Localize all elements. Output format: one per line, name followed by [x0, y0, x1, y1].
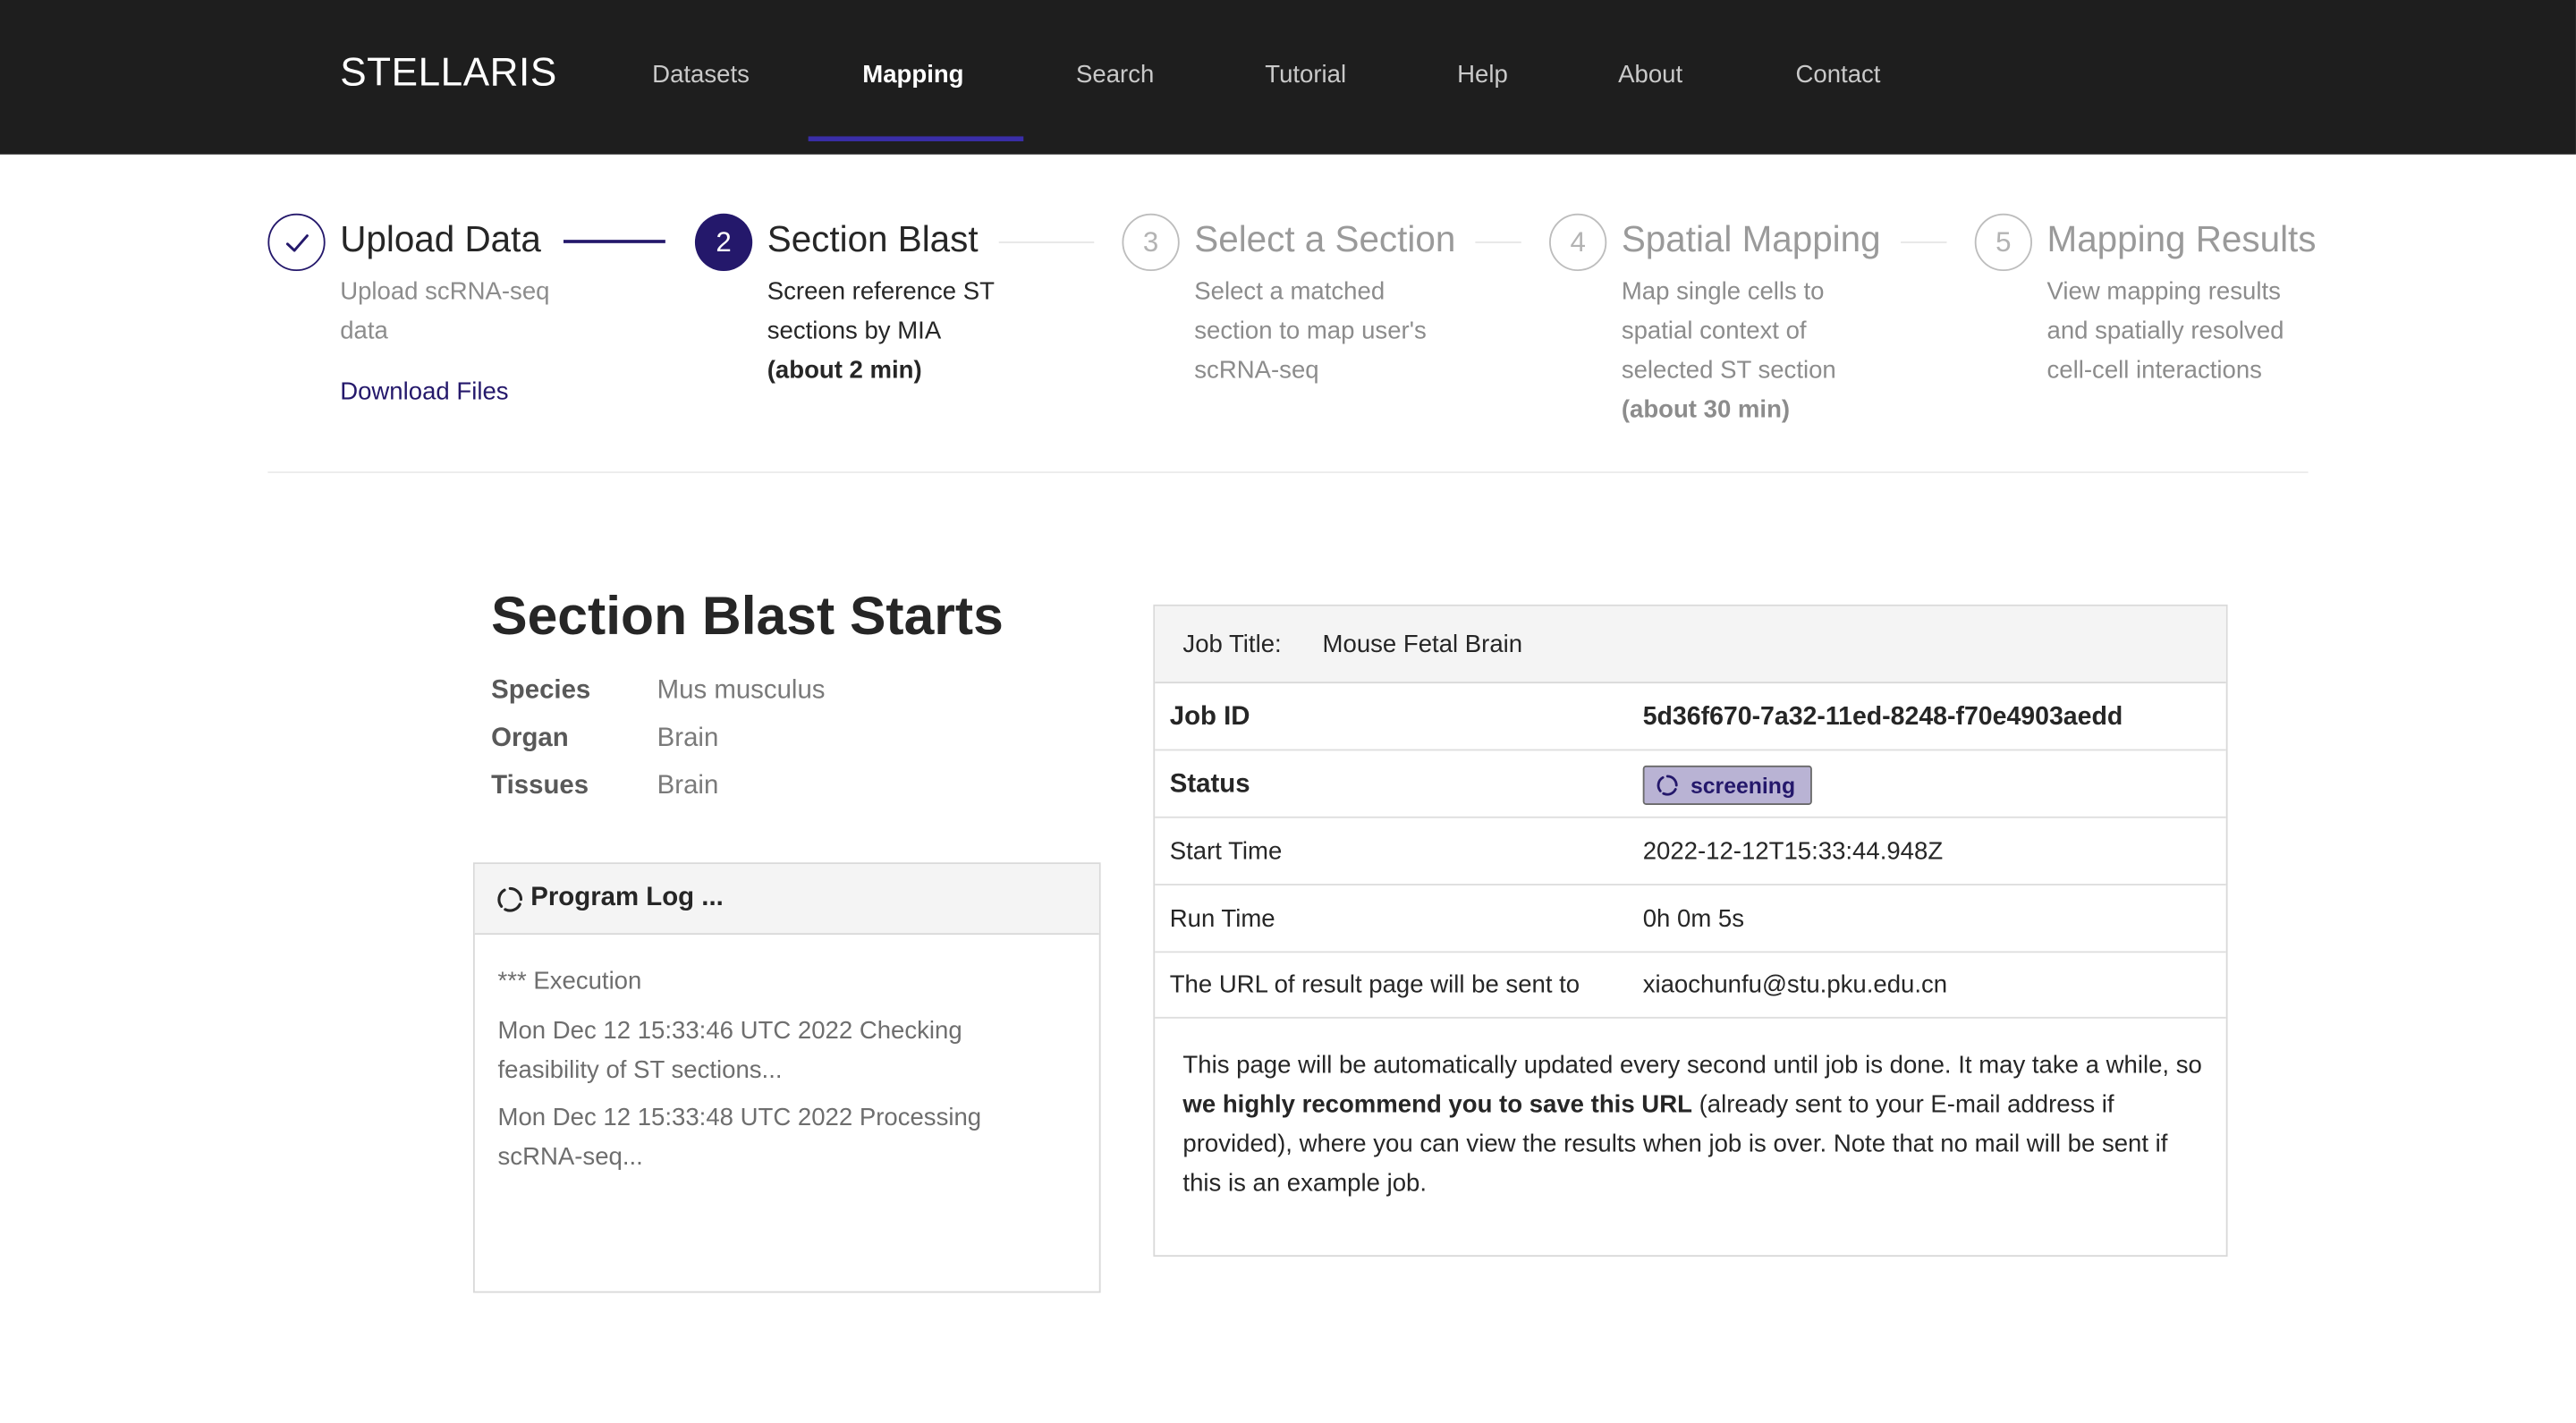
step-5-description: View mapping results and spatially resolv…	[2046, 277, 2284, 385]
step-2-description: Screen reference ST sections by MIA (about…	[767, 277, 995, 385]
email-label: The URL of result page will be sent to	[1169, 970, 1580, 999]
log-line: Mon Dec 12 15:33:46 UTC 2022 Checking fea…	[497, 1016, 962, 1085]
job-notice-text: This page will be automatically updated …	[1182, 1051, 2202, 1198]
active-nav-indicator	[808, 136, 1024, 141]
step-2-number: 2	[694, 213, 753, 272]
start-time-label: Start Time	[1169, 837, 1283, 866]
email-value: xiaochunfu@stu.pku.edu.cn	[1642, 970, 1948, 999]
status-label: Status	[1169, 770, 1250, 799]
run-time-value: 0h 0m 5s	[1642, 905, 1745, 934]
step-5-title[interactable]: Mapping Results	[2047, 218, 2317, 261]
step-4-description: Map single cells to spatial context of sel…	[1621, 277, 1836, 424]
step-3-number: 3	[1122, 213, 1180, 272]
step-1-check-icon	[267, 213, 326, 272]
loading-spinner-icon	[1657, 775, 1678, 796]
nav-search[interactable]: Search	[1076, 0, 1154, 155]
status-badge: screening	[1642, 765, 1812, 805]
organ-label: Organ	[491, 724, 569, 753]
step-connector-1	[563, 240, 665, 243]
step-4-title[interactable]: Spatial Mapping	[1622, 218, 1881, 261]
program-log-panel: Program Log ... *** Execution Mon Dec 12…	[472, 862, 1101, 1293]
stepper-divider	[267, 471, 2309, 473]
nav-contact[interactable]: Contact	[1796, 0, 1881, 155]
step-1-title[interactable]: Upload Data	[340, 218, 541, 261]
nav-help[interactable]: Help	[1457, 0, 1508, 155]
step-4-number: 4	[1549, 213, 1607, 272]
log-line: *** Execution	[497, 967, 642, 996]
status-row: Status screening	[1155, 750, 2226, 818]
job-title-header: Job Title: Mouse Fetal Brain	[1155, 606, 2226, 684]
start-time-value: 2022-12-12T15:33:44.948Z	[1642, 837, 1944, 866]
nav-datasets[interactable]: Datasets	[652, 0, 750, 155]
email-row: The URL of result page will be sent to x…	[1155, 951, 2226, 1019]
nav-about[interactable]: About	[1618, 0, 1682, 155]
step-5-number: 5	[1974, 213, 2032, 272]
species-label: Species	[491, 676, 591, 705]
job-title-label: Job Title:	[1182, 631, 1282, 659]
job-info-card: Job Title: Mouse Fetal Brain Job ID 5d36…	[1153, 604, 2228, 1258]
program-log-header: Program Log ...	[474, 864, 1099, 936]
start-time-row: Start Time 2022-12-12T15:33:44.948Z	[1155, 818, 2226, 885]
step-1-description: Upload scRNA-seq data	[340, 277, 550, 345]
loading-spinner-icon	[497, 886, 523, 912]
step-connector-3	[1475, 241, 1521, 243]
program-log-title: Program Log ...	[530, 884, 724, 912]
step-connector-2	[998, 241, 1095, 243]
species-value: Mus musculus	[657, 676, 826, 705]
status-badge-text: screening	[1690, 774, 1796, 799]
check-icon	[285, 233, 309, 251]
tissues-value: Brain	[657, 772, 719, 800]
nav-tutorial[interactable]: Tutorial	[1265, 0, 1346, 155]
step-3-description: Select a matched section to map user's scR…	[1194, 277, 1427, 385]
job-id-value[interactable]: 5d36f670-7a32-11ed-8248-f70e4903aedd	[1643, 703, 2123, 733]
run-time-label: Run Time	[1169, 905, 1275, 934]
job-id-row: Job ID 5d36f670-7a32-11ed-8248-f70e4903a…	[1155, 683, 2226, 751]
organ-value: Brain	[657, 724, 719, 753]
top-navbar: STELLARIS Datasets Mapping Search Tutori…	[0, 0, 2576, 155]
tissues-label: Tissues	[491, 772, 589, 800]
nav-mapping[interactable]: Mapping	[862, 0, 963, 155]
step-connector-4	[1901, 241, 1947, 243]
job-id-label: Job ID	[1169, 703, 1250, 732]
download-files-link[interactable]: Download Files	[340, 377, 508, 405]
step-3-title[interactable]: Select a Section	[1194, 218, 1455, 261]
page-title: Section Blast Starts	[491, 584, 1004, 646]
run-time-row: Run Time 0h 0m 5s	[1155, 885, 2226, 953]
log-line: Mon Dec 12 15:33:48 UTC 2022 Processing s…	[497, 1104, 982, 1172]
site-logo[interactable]: STELLARIS	[340, 51, 557, 97]
job-title-value: Mouse Fetal Brain	[1322, 631, 1523, 659]
step-2-title[interactable]: Section Blast	[767, 218, 979, 261]
